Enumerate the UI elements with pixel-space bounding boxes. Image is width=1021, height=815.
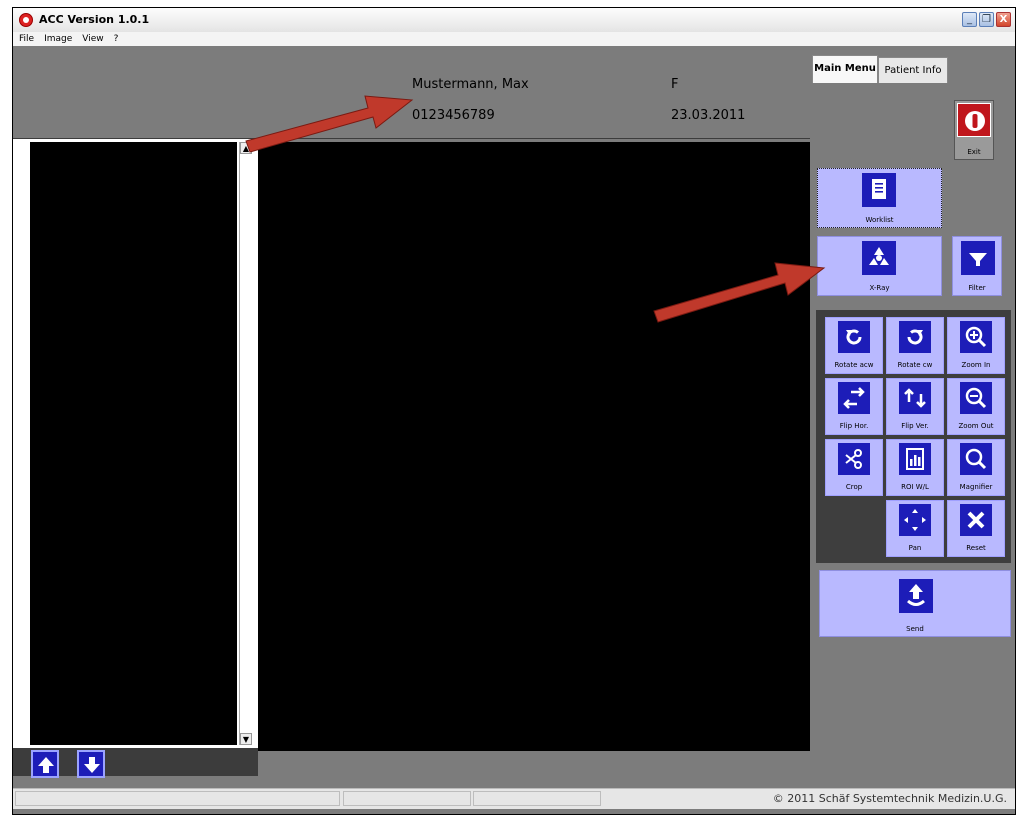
copyright-text: © 2011 Schäf Systemtechnik Medizin.U.G.	[772, 792, 1007, 805]
rotate-acw-icon	[838, 321, 870, 353]
tab-main-menu[interactable]: Main Menu	[812, 55, 878, 83]
rotate-cw-button[interactable]: Rotate cw	[886, 317, 944, 374]
arrow-down-icon	[84, 757, 100, 773]
close-button[interactable]: X	[996, 12, 1011, 27]
app-window: ACC Version 1.0.1 _ ❐ X File Image View …	[12, 7, 1016, 815]
zoom-in-button[interactable]: Zoom In	[947, 317, 1005, 374]
flip-vertical-button[interactable]: Flip Ver.	[886, 378, 944, 435]
patient-header: Mustermann, Max F 0123456789 23.03.2011	[13, 47, 810, 140]
reset-x-icon	[960, 504, 992, 536]
tool-label: Flip Ver.	[901, 422, 929, 430]
tool-label: Rotate cw	[897, 361, 933, 369]
power-icon	[957, 103, 991, 137]
zoom-out-icon	[960, 382, 992, 414]
scroll-up-icon[interactable]: ▲	[240, 142, 252, 154]
patient-sex: F	[671, 77, 679, 92]
thumbnail-nav	[13, 748, 258, 778]
status-cell	[473, 791, 601, 806]
thumbnail-panel: ▲ ▼	[13, 139, 258, 778]
zoom-out-button[interactable]: Zoom Out	[947, 378, 1005, 435]
menu-image[interactable]: Image	[44, 34, 72, 44]
status-cell	[15, 791, 340, 806]
send-label: Send	[906, 625, 924, 633]
image-canvas[interactable]	[258, 142, 810, 751]
side-panel: Main Menu Patient Info Exit Worklist X-R…	[810, 47, 1015, 788]
roi-icon	[899, 443, 931, 475]
tool-label: Zoom Out	[958, 422, 994, 430]
scissors-icon	[838, 443, 870, 475]
menu-file[interactable]: File	[19, 34, 34, 44]
scroll-down-icon[interactable]: ▼	[240, 733, 252, 745]
pan-button[interactable]: Pan	[886, 500, 944, 557]
radiation-icon	[862, 241, 896, 275]
title-bar: ACC Version 1.0.1 _ ❐ X	[13, 8, 1015, 33]
exit-label: Exit	[967, 148, 981, 156]
arrow-up-icon	[38, 757, 54, 773]
tool-label: Rotate acw	[834, 361, 874, 369]
tool-label: Flip Hor.	[839, 422, 869, 430]
app-logo-icon	[19, 13, 33, 27]
tab-patient-info[interactable]: Patient Info	[878, 57, 948, 83]
status-bar: © 2011 Schäf Systemtechnik Medizin.U.G.	[13, 788, 1015, 809]
filter-label: Filter	[968, 284, 986, 292]
image-tools-panel: Rotate acw Rotate cw Zoom In Flip Hor. F…	[816, 310, 1011, 563]
tool-label: Magnifier	[959, 483, 993, 491]
patient-id: 0123456789	[412, 108, 495, 123]
reset-button[interactable]: Reset	[947, 500, 1005, 557]
patient-name: Mustermann, Max	[412, 77, 529, 92]
xray-label: X-Ray	[869, 284, 890, 292]
tool-label: Crop	[845, 483, 863, 491]
flip-horizontal-icon	[838, 382, 870, 414]
study-date: 23.03.2011	[671, 108, 746, 123]
menu-view[interactable]: View	[82, 34, 103, 44]
worklist-icon	[862, 173, 896, 207]
magnifier-button[interactable]: Magnifier	[947, 439, 1005, 496]
status-cell	[343, 791, 471, 806]
minimize-button[interactable]: _	[962, 12, 977, 27]
restore-button[interactable]: ❐	[979, 12, 994, 27]
image-viewer	[258, 139, 810, 776]
tool-label: Pan	[908, 544, 922, 552]
exit-button[interactable]: Exit	[954, 100, 994, 160]
pan-icon	[899, 504, 931, 536]
menu-help[interactable]: ?	[114, 34, 119, 44]
tool-label: Zoom In	[961, 361, 991, 369]
rotate-acw-button[interactable]: Rotate acw	[825, 317, 883, 374]
thumbnail-list[interactable]	[30, 142, 237, 745]
xray-button[interactable]: X-Ray	[817, 236, 942, 296]
filter-button[interactable]: Filter	[952, 236, 1002, 296]
flip-horizontal-button[interactable]: Flip Hor.	[825, 378, 883, 435]
magnifier-icon	[960, 443, 992, 475]
crop-button[interactable]: Crop	[825, 439, 883, 496]
flip-vertical-icon	[899, 382, 931, 414]
zoom-in-icon	[960, 321, 992, 353]
page-up-button[interactable]	[31, 750, 59, 778]
window-title: ACC Version 1.0.1	[39, 13, 150, 26]
roi-wl-button[interactable]: ROI W/L	[886, 439, 944, 496]
send-button[interactable]: Send	[819, 570, 1011, 637]
filter-icon	[961, 241, 995, 275]
send-icon	[899, 579, 933, 613]
worklist-label: Worklist	[865, 216, 894, 224]
thumbnail-scrollbar[interactable]: ▲ ▼	[239, 142, 253, 745]
page-down-button[interactable]	[77, 750, 105, 778]
tool-label: Reset	[966, 544, 986, 552]
worklist-button[interactable]: Worklist	[817, 168, 942, 228]
rotate-cw-icon	[899, 321, 931, 353]
tool-label: ROI W/L	[901, 483, 929, 491]
menu-bar: File Image View ?	[13, 32, 1015, 46]
